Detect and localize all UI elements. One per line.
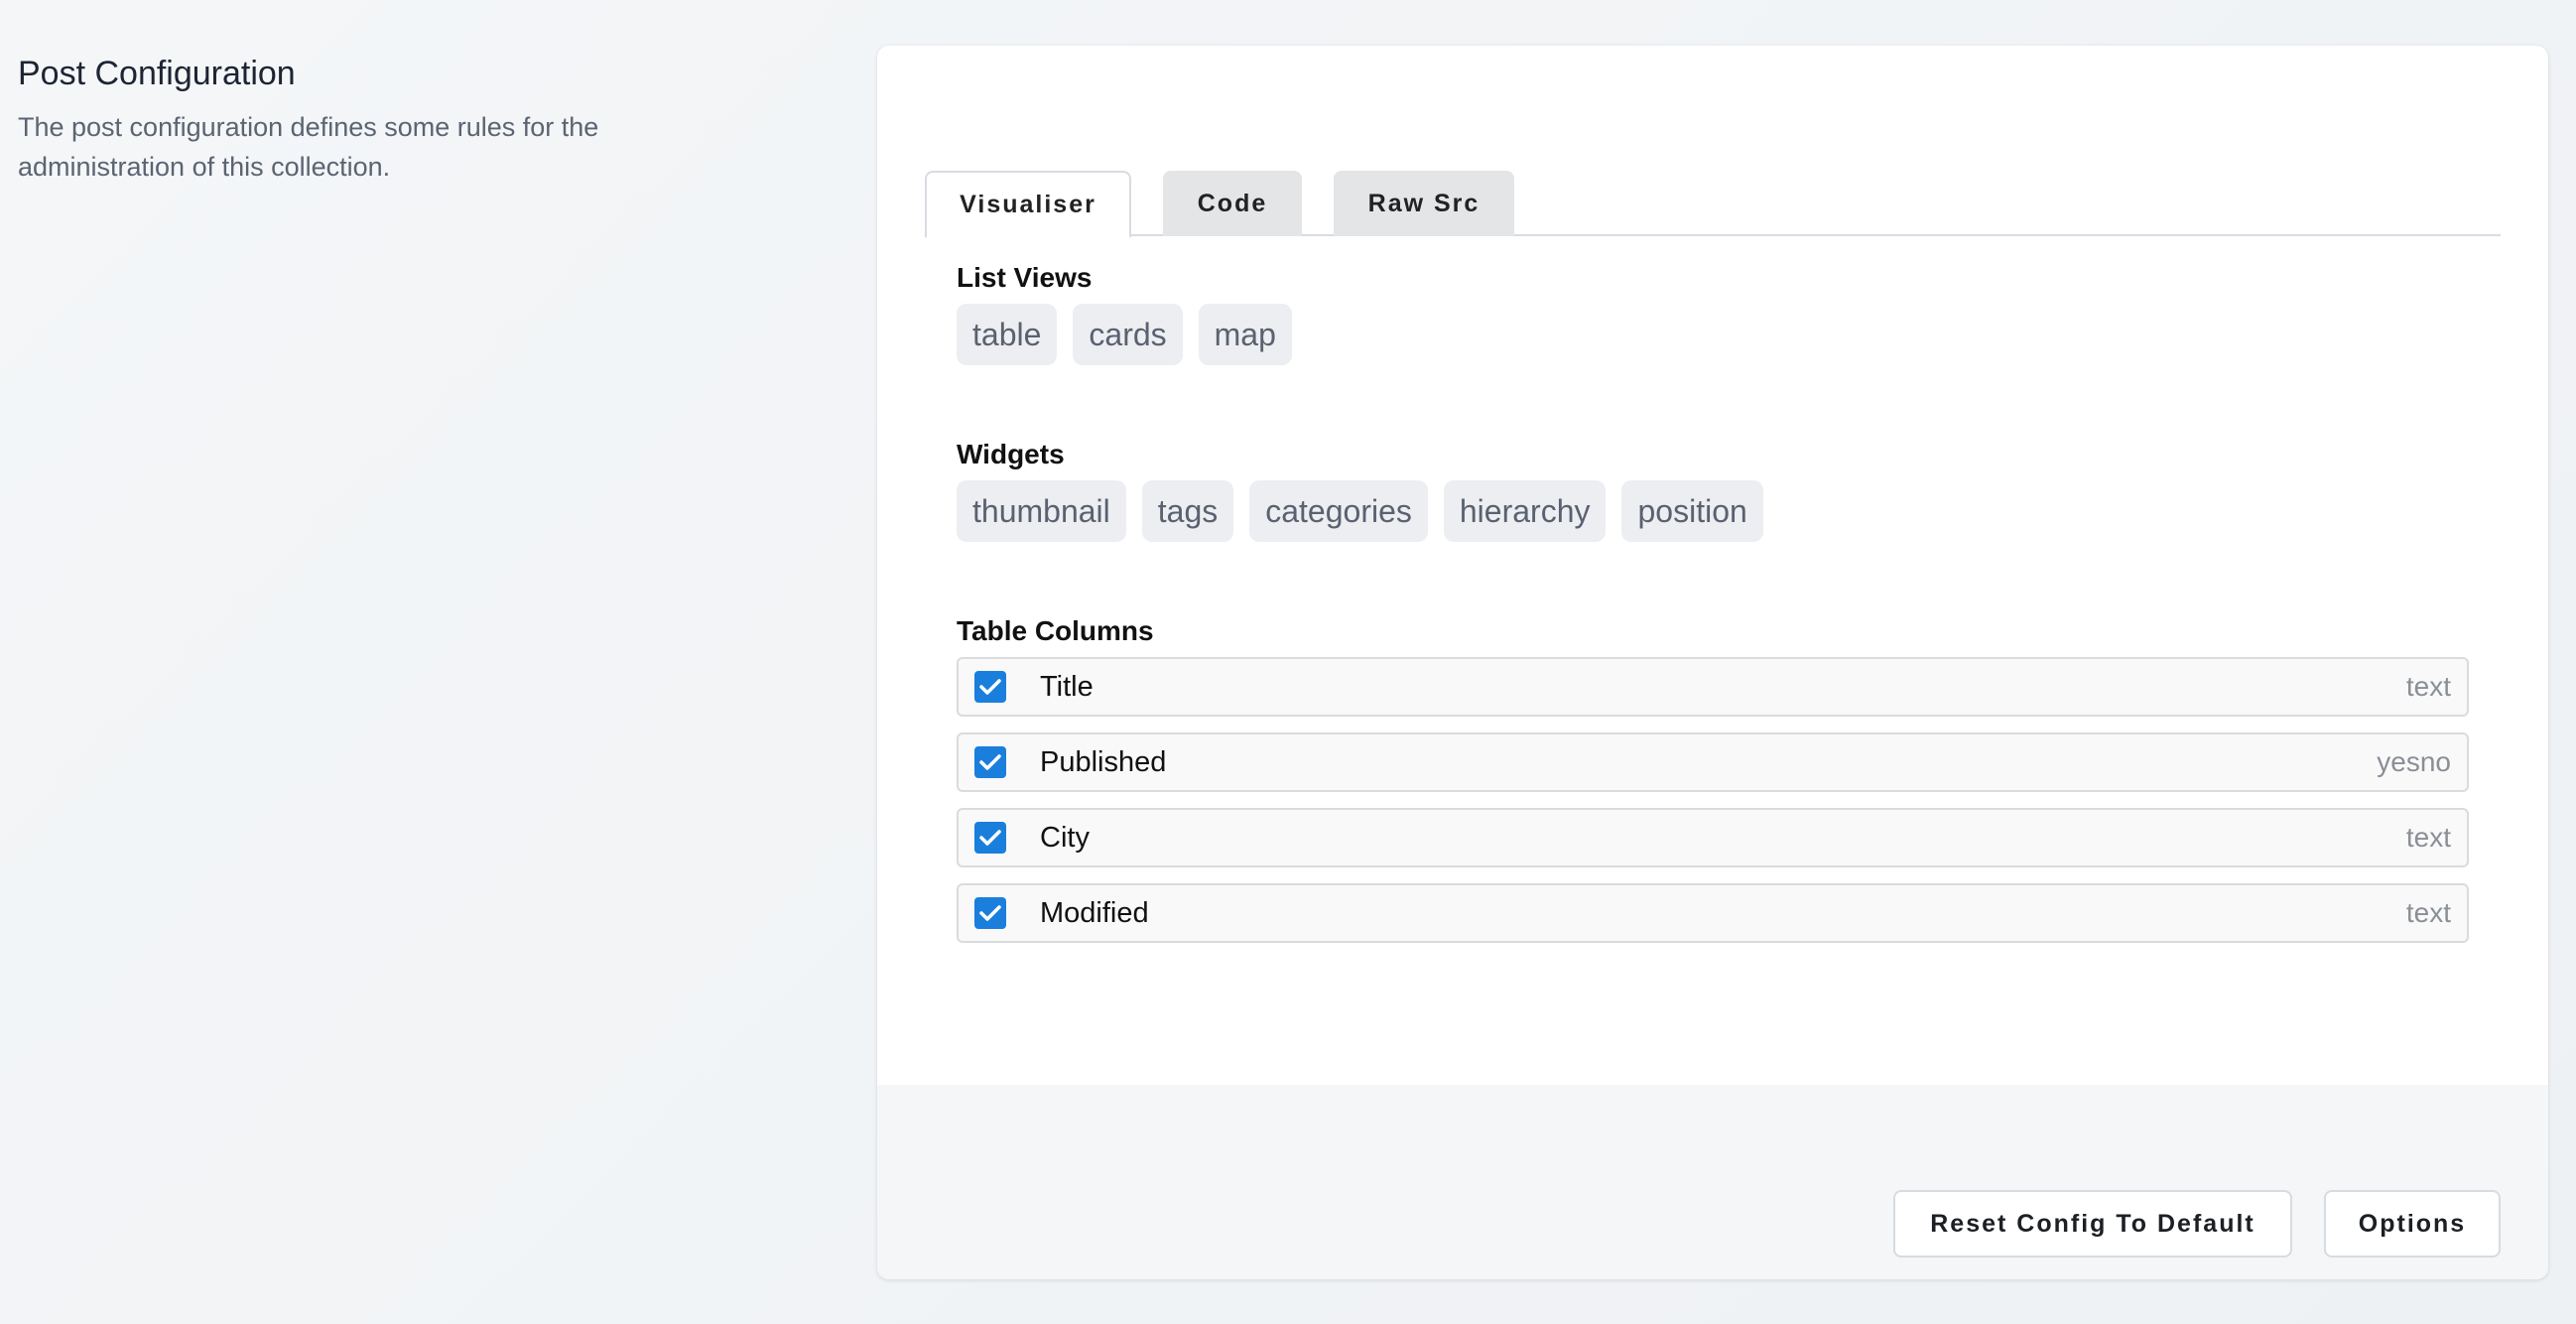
check-icon [979,830,1001,846]
chip-widget-categories[interactable]: categories [1249,480,1428,542]
list-views-label: List Views [957,262,1093,293]
card-footer: Reset Config To Default Options [877,1085,2548,1279]
check-icon [979,679,1001,695]
page-title: Post Configuration [18,55,296,92]
column-type: text [2405,822,2451,853]
chip-widget-thumbnail[interactable]: thumbnail [957,480,1126,542]
intro-panel: Post Configuration The post configuratio… [18,52,712,187]
column-type: yesno [2377,746,2451,777]
column-checkbox[interactable] [974,746,1006,778]
widgets-label: Widgets [957,439,1065,469]
column-name: City [1040,821,1090,854]
column-checkbox[interactable] [974,897,1006,929]
config-card: Visualiser Code Raw Src List Views table… [877,46,2548,1279]
column-row-published: Published yesno [957,732,2469,792]
table-columns-label: Table Columns [957,615,1154,646]
check-icon [979,754,1001,770]
column-name: Title [1040,670,1094,703]
chip-widget-tags[interactable]: tags [1141,480,1234,542]
tab-visualiser[interactable]: Visualiser [925,171,1131,238]
column-name: Published [1040,745,1167,778]
tab-bar: Visualiser Code Raw Src [925,125,2501,238]
column-row-title: Title text [957,657,2469,717]
options-button[interactable]: Options [2324,1190,2501,1258]
chip-list-view-map[interactable]: map [1198,304,1292,365]
check-icon [979,905,1001,921]
page-description: The post configuration defines some rule… [18,112,599,182]
column-name: Modified [1040,896,1149,929]
widgets-chips: thumbnail tags categories hierarchy posi… [957,480,1763,542]
column-row-modified: Modified text [957,883,2469,943]
list-views-chips: table cards map [957,304,1292,365]
column-checkbox[interactable] [974,822,1006,854]
chip-list-view-table[interactable]: table [957,304,1058,365]
reset-config-button[interactable]: Reset Config To Default [1893,1190,2292,1258]
chip-widget-hierarchy[interactable]: hierarchy [1443,480,1607,542]
tab-raw-src[interactable]: Raw Src [1334,171,1514,236]
column-type: text [2405,671,2451,702]
tab-code[interactable]: Code [1163,171,1302,236]
table-columns-list: Title text Published yesno City text Mod… [957,657,2469,959]
chip-list-view-cards[interactable]: cards [1073,304,1183,365]
chip-widget-position[interactable]: position [1621,480,1763,542]
column-type: text [2405,897,2451,928]
column-row-city: City text [957,808,2469,867]
column-checkbox[interactable] [974,671,1006,703]
